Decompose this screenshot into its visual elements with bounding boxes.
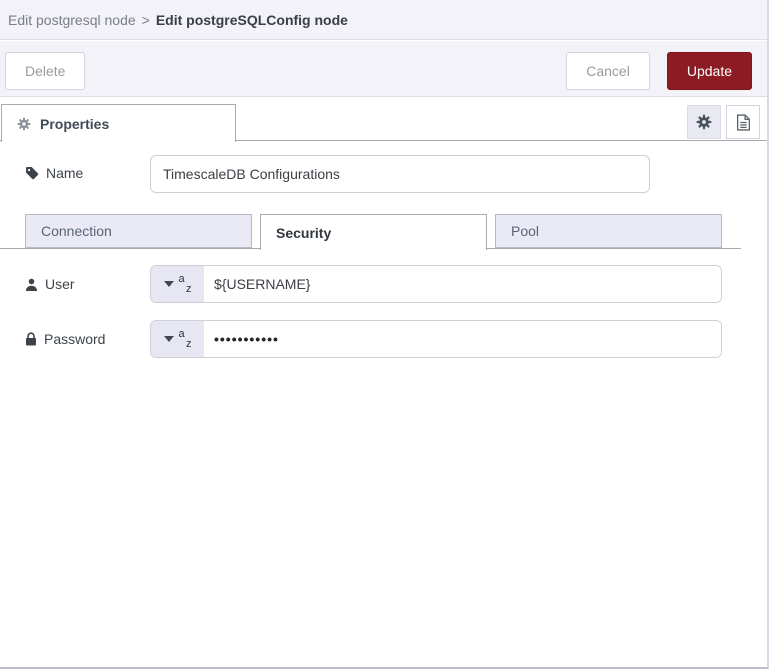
properties-tab-label: Properties: [40, 115, 110, 132]
user-type-select-button[interactable]: a z: [151, 266, 204, 302]
lock-icon: [25, 332, 37, 346]
breadcrumb-current: Edit postgreSQLConfig node: [155, 11, 348, 28]
tab-properties[interactable]: Properties: [1, 104, 236, 142]
password-label: Password: [25, 331, 105, 347]
tab-security[interactable]: Security: [260, 214, 487, 250]
gear-icon: [696, 114, 712, 130]
az-letter-a: a: [178, 273, 185, 285]
tag-icon: [25, 166, 39, 180]
tab-pool[interactable]: Pool: [495, 214, 722, 248]
az-type-icon: a z: [178, 328, 192, 350]
tab-connection[interactable]: Connection: [25, 214, 252, 248]
toolbar-right-group: Cancel Update: [566, 52, 752, 90]
user-typed-input-group: a z: [150, 265, 722, 303]
file-icon: [736, 113, 751, 131]
update-button[interactable]: Update: [666, 52, 752, 90]
caret-down-icon: [163, 336, 174, 342]
cancel-button[interactable]: Cancel: [566, 52, 650, 90]
node-description-button[interactable]: [726, 105, 760, 139]
user-icon: [25, 278, 38, 291]
name-label: Name: [25, 165, 83, 181]
editor-tab-bar: Properties: [0, 97, 767, 142]
password-label-text: Password: [44, 331, 106, 347]
gear-icon: [17, 117, 31, 131]
password-typed-input-group: a z: [150, 320, 722, 358]
edit-config-node-dialog: Edit postgresql node > Edit postgreSQLCo…: [0, 0, 769, 669]
dialog-toolbar: Delete Cancel Update: [0, 41, 767, 97]
password-type-select-button[interactable]: a z: [151, 321, 204, 357]
delete-button[interactable]: Delete: [5, 52, 86, 90]
az-letter-z: z: [186, 283, 192, 295]
user-label-text: User: [45, 276, 75, 292]
breadcrumb: Edit postgresql node > Edit postgreSQLCo…: [0, 0, 767, 40]
edit-properties-button[interactable]: [687, 105, 721, 139]
az-type-icon: a z: [178, 273, 192, 295]
name-input[interactable]: [150, 155, 650, 193]
user-input[interactable]: [204, 266, 721, 302]
user-label: User: [25, 276, 75, 292]
breadcrumb-separator: >: [141, 11, 150, 28]
breadcrumb-parent-link[interactable]: Edit postgresql node: [8, 12, 136, 28]
az-letter-z: z: [186, 338, 192, 350]
az-letter-a: a: [178, 328, 185, 340]
password-input[interactable]: [204, 321, 721, 357]
name-label-text: Name: [46, 165, 84, 181]
caret-down-icon: [163, 281, 174, 287]
config-tab-bar: Connection Security Pool: [0, 212, 767, 250]
